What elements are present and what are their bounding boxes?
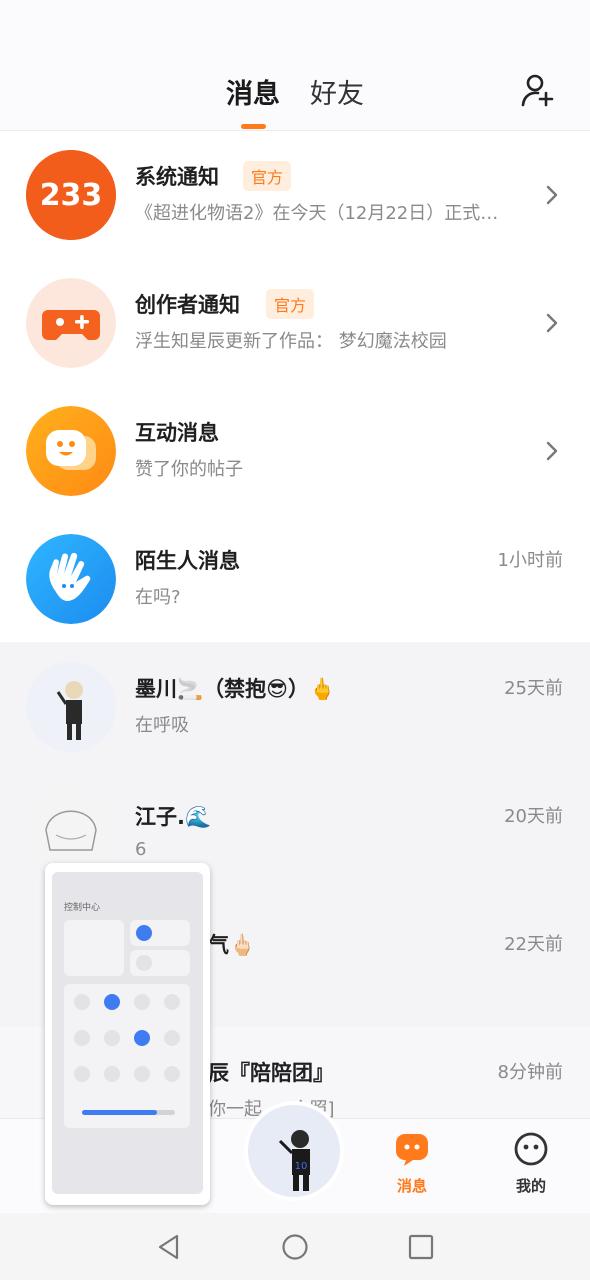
location-icon bbox=[134, 1030, 150, 1046]
item-time: 25天前 bbox=[504, 678, 563, 699]
list-item-stranger-messages[interactable]: 陌生人消息 在吗? 1小时前 bbox=[0, 515, 590, 643]
item-time: 1小时前 bbox=[497, 550, 563, 571]
chevron-right-icon bbox=[546, 185, 558, 205]
mute-icon bbox=[104, 994, 120, 1010]
brightness-slider-fill bbox=[82, 1110, 157, 1115]
chat-bubble-icon bbox=[26, 406, 116, 496]
item-name: 气🖕🏻 bbox=[208, 933, 256, 957]
eye-icon bbox=[74, 1066, 90, 1082]
item-name: 互动消息 bbox=[135, 421, 219, 445]
item-name: 系统通知 bbox=[135, 165, 219, 189]
message-icon bbox=[396, 1134, 428, 1166]
item-name: 陌生人消息 bbox=[135, 549, 240, 573]
item-name: 墨川🚬（禁抱😎）🖕 bbox=[135, 677, 336, 701]
avatar: 10 bbox=[248, 1105, 340, 1197]
svg-text:10: 10 bbox=[295, 1161, 308, 1172]
item-name: 辰『陪陪团』 bbox=[208, 1061, 334, 1085]
user-avatar bbox=[26, 662, 116, 752]
list-item-chat[interactable]: 墨川🚬（禁抱😎）🖕 在呼吸 25天前 bbox=[0, 643, 590, 771]
nav-label: 消息 bbox=[396, 1177, 427, 1195]
item-preview: 浮生知星辰更新了作品： 梦幻魔法校园 bbox=[135, 331, 447, 352]
control-center-title: 控制中心 bbox=[64, 903, 101, 913]
nav-label: 我的 bbox=[515, 1177, 546, 1195]
item-preview: 6 bbox=[135, 839, 147, 860]
add-user-icon[interactable] bbox=[520, 72, 556, 108]
item-time: 20天前 bbox=[504, 806, 563, 827]
item-name: 江子.🌊 bbox=[135, 805, 212, 829]
svg-text:233: 233 bbox=[40, 178, 103, 213]
chevron-right-icon bbox=[546, 441, 558, 461]
233-logo-icon: 233 bbox=[26, 150, 116, 240]
item-preview: 《超进化物语2》在今天（12月22日）正式… bbox=[135, 203, 499, 224]
top-bar: 消息 好友 bbox=[0, 0, 590, 131]
list-item-creator-notice[interactable]: 创作者通知 官方 浮生知星辰更新了作品： 梦幻魔法校园 bbox=[0, 259, 590, 387]
data-icon bbox=[104, 1030, 120, 1046]
center-avatar-button[interactable]: 10 bbox=[248, 1105, 340, 1197]
bus-icon bbox=[164, 1030, 180, 1046]
screenshot-icon bbox=[164, 1066, 180, 1082]
screen-record-icon bbox=[134, 1066, 150, 1082]
media-card bbox=[64, 920, 124, 976]
smiley-face-icon bbox=[514, 1132, 548, 1166]
list-item-interaction[interactable]: 互动消息 赞了你的帖子 bbox=[0, 387, 590, 515]
nfc-icon bbox=[164, 994, 180, 1010]
item-preview: 在呼吸 bbox=[135, 715, 189, 736]
wifi-icon bbox=[136, 925, 152, 941]
tab-messages[interactable]: 消息 bbox=[226, 72, 280, 111]
chevron-right-icon bbox=[546, 313, 558, 333]
bluetooth-icon bbox=[136, 955, 152, 971]
control-center-preview: 控制中心 bbox=[52, 872, 203, 1194]
item-preview: 赞了你的帖子 bbox=[135, 459, 243, 480]
airplane-icon bbox=[74, 1030, 90, 1046]
flashlight-icon bbox=[74, 994, 90, 1010]
list-item-system-notice[interactable]: 233 系统通知 官方 《超进化物语2》在今天（12月22日）正式… bbox=[0, 131, 590, 259]
nav-messages[interactable]: 消息 bbox=[377, 1131, 447, 1196]
floating-window-preview[interactable]: 控制中心 bbox=[45, 863, 210, 1205]
system-nav-bar bbox=[0, 1213, 590, 1280]
official-badge: 官方 bbox=[266, 289, 315, 319]
nav-profile[interactable]: 我的 bbox=[496, 1131, 566, 1196]
fingerprint-icon bbox=[104, 1066, 120, 1082]
item-time: 8分钟前 bbox=[497, 1062, 563, 1083]
item-preview: 在吗? bbox=[135, 587, 181, 608]
active-tab-indicator bbox=[241, 124, 266, 129]
vibrate-icon bbox=[134, 994, 150, 1010]
back-icon[interactable] bbox=[155, 1233, 183, 1261]
official-badge: 官方 bbox=[243, 161, 292, 191]
waving-hand-icon bbox=[26, 534, 116, 624]
tab-friends[interactable]: 好友 bbox=[310, 72, 364, 111]
item-name: 创作者通知 bbox=[135, 293, 240, 317]
home-icon[interactable] bbox=[281, 1233, 309, 1261]
gamepad-icon bbox=[26, 278, 116, 368]
recents-icon[interactable] bbox=[407, 1233, 435, 1261]
item-time: 22天前 bbox=[504, 934, 563, 955]
